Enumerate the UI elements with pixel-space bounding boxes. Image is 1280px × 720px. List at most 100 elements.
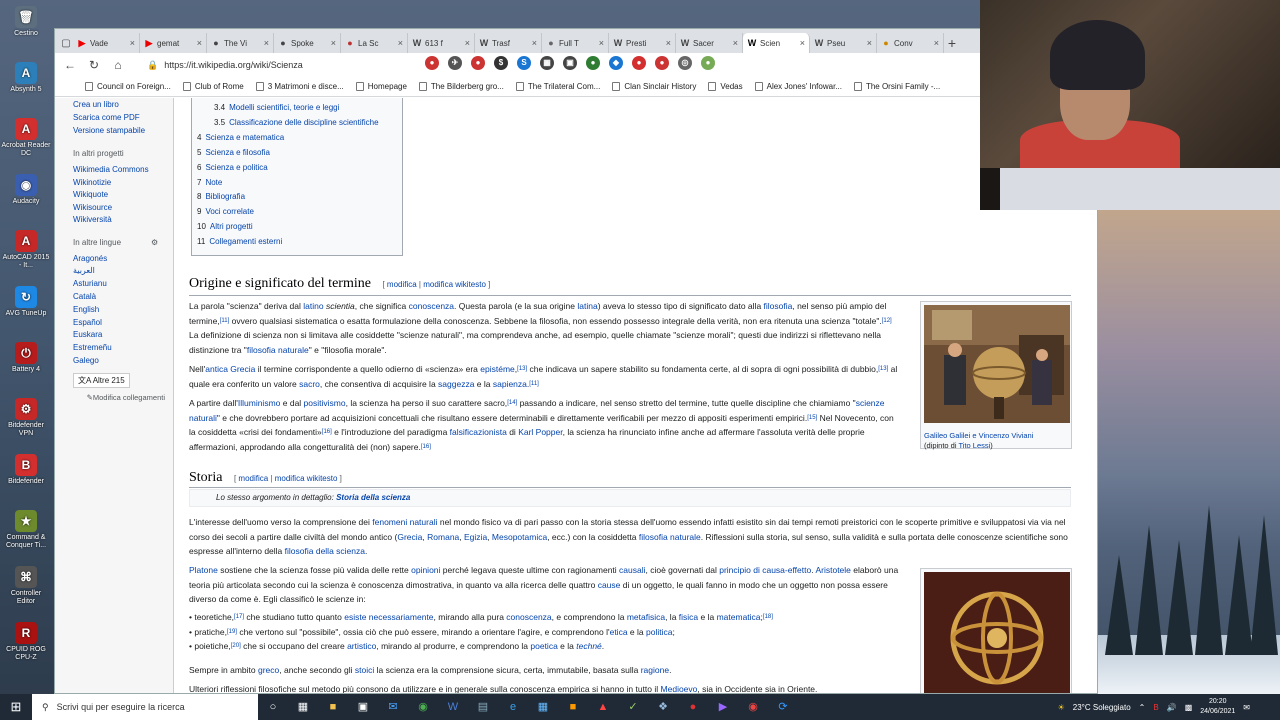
bookmark-item[interactable]: Club of Rome <box>182 82 244 91</box>
home-button[interactable]: ⌂ <box>109 56 127 74</box>
app-icon[interactable]: ❖ <box>648 694 678 720</box>
toc-item[interactable]: 5 Scienza e filosofia <box>197 148 270 157</box>
ext-3-icon[interactable]: ● <box>471 56 485 70</box>
notifications-icon[interactable]: ✉ <box>1243 703 1250 712</box>
close-icon[interactable]: × <box>331 38 336 48</box>
close-icon[interactable]: × <box>465 38 470 48</box>
desktop-icon[interactable]: ⚙ Bitdefender VPN <box>1 398 51 438</box>
sidebar-link[interactable]: Wikimedia Commons <box>73 165 149 174</box>
bookmark-item[interactable]: Alex Jones' Infowar... <box>754 82 842 91</box>
mail-icon[interactable]: ✉ <box>378 694 408 720</box>
bookmark-item[interactable]: Homepage <box>355 82 407 91</box>
address-bar[interactable]: 🔒 https://it.wikipedia.org/wiki/Scienza <box>147 56 357 74</box>
toc-item[interactable]: 10 Altri progetti <box>197 222 253 231</box>
new-tab-button[interactable]: + <box>944 33 960 53</box>
close-icon[interactable]: × <box>197 38 202 48</box>
weather-text[interactable]: 23°C Soleggiato <box>1073 703 1131 712</box>
close-icon[interactable]: × <box>800 38 805 48</box>
toc-item[interactable]: 11 Collegamenti esterni <box>197 237 282 246</box>
language-link[interactable]: Estremeñu <box>73 343 112 352</box>
desktop-icon[interactable]: B Bitdefender <box>1 454 51 486</box>
desktop-icon[interactable]: ↻ AVG TuneUp <box>1 286 51 318</box>
ext-6-icon[interactable]: ▦ <box>540 56 554 70</box>
language-link[interactable]: Asturianu <box>73 279 107 288</box>
edge-icon[interactable]: e <box>498 694 528 720</box>
ext-8-icon[interactable]: ● <box>586 56 600 70</box>
ext-5-icon[interactable]: S <box>517 56 531 70</box>
language-link[interactable]: العربية <box>73 266 95 275</box>
desktop-icon[interactable]: R CPUID ROG CPU-Z <box>1 622 51 662</box>
gear-icon[interactable]: ⚙ <box>151 238 158 247</box>
sidebar-link[interactable]: Crea un libro <box>73 100 119 109</box>
bookmark-item[interactable]: The Trilateral Com... <box>515 82 600 91</box>
ext-4-icon[interactable]: $ <box>494 56 508 70</box>
browser-tab[interactable]: ● Spoke × <box>274 33 341 53</box>
desktop-icon[interactable]: ⌘ Controller Editor <box>1 566 51 606</box>
ext-10-icon[interactable]: ● <box>632 56 646 70</box>
browser-tab[interactable]: ● Conv × <box>877 33 944 53</box>
file-explorer-icon[interactable]: ■ <box>318 694 348 720</box>
word-icon[interactable]: W <box>438 694 468 720</box>
close-icon[interactable]: × <box>130 38 135 48</box>
bookmark-item[interactable]: Council on Foreign... <box>85 82 171 91</box>
clock[interactable]: 20:20 24/06/2021 <box>1200 697 1235 717</box>
browser-tab[interactable]: ▶ gemat × <box>140 33 207 53</box>
sidebar-link[interactable]: Wikinotizie <box>73 178 111 187</box>
language-link[interactable]: Galego <box>73 356 99 365</box>
toc-item[interactable]: 6 Scienza e politica <box>197 163 268 172</box>
browser-tab[interactable]: W Presti × <box>609 33 676 53</box>
ext-7-icon[interactable]: ▣ <box>563 56 577 70</box>
close-icon[interactable]: × <box>867 38 872 48</box>
app-icon[interactable]: ⟳ <box>768 694 798 720</box>
close-icon[interactable]: × <box>532 38 537 48</box>
hatnote-link[interactable]: Storia della scienza <box>336 493 410 502</box>
tab-actions-icon[interactable]: ▢ <box>59 35 73 53</box>
taskbar-search[interactable]: ⚲ Scrivi qui per eseguire la ricerca <box>32 694 258 720</box>
armillary-sphere-image[interactable] <box>924 572 1070 694</box>
language-link[interactable]: English <box>73 305 99 314</box>
app-icon[interactable]: ▦ <box>528 694 558 720</box>
desktop-icon[interactable]: A Absynth 5 <box>1 62 51 94</box>
sidebar-link[interactable]: Versione stampabile <box>73 126 145 135</box>
edit-link[interactable]: modifica <box>387 280 417 289</box>
sidebar-link[interactable]: Wikiversità <box>73 215 112 224</box>
browser-tab[interactable]: ● La Sc × <box>341 33 408 53</box>
language-link[interactable]: Aragonés <box>73 254 107 263</box>
bookmark-item[interactable]: Clan Sinclair History <box>612 82 696 91</box>
toc-item[interactable]: 3.5 Classificazione delle discipline scie… <box>214 118 379 127</box>
galileo-painting-image[interactable] <box>924 305 1070 423</box>
close-icon[interactable]: × <box>599 38 604 48</box>
ext-13-icon[interactable]: ● <box>701 56 715 70</box>
close-icon[interactable]: × <box>934 38 939 48</box>
close-icon[interactable]: × <box>398 38 403 48</box>
desktop-icon[interactable]: 🗑 Cestino <box>1 6 51 38</box>
windows-start-icon[interactable]: ⊞ <box>0 694 32 720</box>
browser-tab[interactable]: ● Full T × <box>542 33 609 53</box>
app-icon[interactable]: ■ <box>558 694 588 720</box>
language-link[interactable]: Español <box>73 318 102 327</box>
app-icon[interactable]: ▤ <box>468 694 498 720</box>
edit-source-link[interactable]: modifica wikitesto <box>275 474 338 483</box>
app-icon[interactable]: ✓ <box>618 694 648 720</box>
bookmark-item[interactable]: The Bilderberg gro... <box>418 82 504 91</box>
browser-tab[interactable]: W 613 f × <box>408 33 475 53</box>
desktop-icon[interactable]: ★ Command & Conquer Ti... <box>1 510 51 550</box>
volume-icon[interactable]: 🔊 <box>1167 703 1177 712</box>
bitdefender-tray-icon[interactable]: B <box>1153 703 1158 712</box>
store-icon[interactable]: ▣ <box>348 694 378 720</box>
ext-9-icon[interactable]: ◆ <box>609 56 623 70</box>
toc-item[interactable]: 9 Voci correlate <box>197 207 254 216</box>
language-link[interactable]: Euskara <box>73 330 102 339</box>
ext-1-icon[interactable]: ● <box>425 56 439 70</box>
language-link[interactable]: Català <box>73 292 96 301</box>
sidebar-link[interactable]: Wikiquote <box>73 190 108 199</box>
bookmark-item[interactable]: 3 Matrimoni e disce... <box>255 82 344 91</box>
browser-tab[interactable]: W Sacer × <box>676 33 743 53</box>
close-icon[interactable]: × <box>733 38 738 48</box>
edit-source-link[interactable]: modifica wikitesto <box>423 280 486 289</box>
browser-tab[interactable]: ● The Vi × <box>207 33 274 53</box>
toc-item[interactable]: 7 Note <box>197 178 222 187</box>
edit-link[interactable]: modifica <box>238 474 268 483</box>
network-icon[interactable]: ▩ <box>1185 703 1193 712</box>
bookmark-item[interactable]: Vedas <box>708 82 743 91</box>
